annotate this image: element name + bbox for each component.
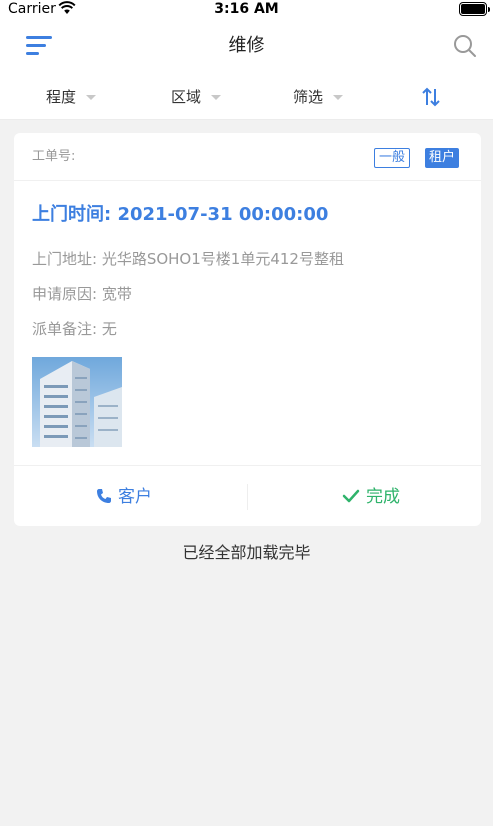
battery-icon — [459, 2, 490, 16]
dispatch-remark: 派单备注: 无 — [32, 320, 117, 338]
visit-time: 上门时间: 2021-07-31 00:00:00 — [32, 204, 329, 225]
sort-icon[interactable] — [420, 86, 442, 108]
caret-down-icon — [86, 95, 97, 100]
level-tag: 一般 — [374, 148, 411, 168]
order-number-label: 工单号: — [32, 149, 76, 164]
action-divider — [247, 484, 248, 510]
nav-bar: 维修 — [0, 20, 493, 74]
building-photo[interactable] — [32, 357, 122, 447]
phone-icon — [97, 489, 111, 503]
status-bar: Carrier 3:16 AM — [0, 0, 493, 20]
work-order-card[interactable]: 工单号: 一般 租户 上门时间: 2021-07-31 00:00:00 上门地… — [14, 133, 481, 526]
tenant-tag: 租户 — [425, 148, 460, 168]
customer-label: 客户 — [118, 487, 152, 507]
caret-down-icon — [211, 95, 222, 100]
filter-area[interactable]: 区域 — [171, 88, 222, 106]
card-actions: 客户 完成 — [14, 465, 481, 526]
request-reason: 申请原因: 宽带 — [32, 285, 132, 303]
filter-area-label: 区域 — [171, 88, 202, 106]
page-title: 维修 — [228, 35, 265, 56]
filter-severity-label: 程度 — [46, 88, 77, 106]
status-time: 3:16 AM — [214, 1, 279, 17]
complete-label: 完成 — [366, 487, 400, 507]
customer-call-button[interactable]: 客户 — [96, 484, 152, 510]
check-icon — [342, 489, 360, 503]
filter-bar: 程度 区域 筛选 — [0, 74, 493, 120]
complete-button[interactable]: 完成 — [342, 484, 400, 510]
search-icon[interactable] — [453, 34, 477, 58]
filter-screen-label: 筛选 — [293, 88, 324, 106]
caret-down-icon — [333, 95, 344, 100]
filter-severity[interactable]: 程度 — [46, 88, 97, 106]
visit-address: 上门地址: 光华路SOHO1号楼1单元412号整租 — [32, 250, 344, 268]
filter-screen[interactable]: 筛选 — [293, 88, 344, 106]
load-complete-text: 已经全部加载完毕 — [182, 543, 311, 562]
card-header: 工单号: 一般 租户 — [14, 133, 481, 181]
